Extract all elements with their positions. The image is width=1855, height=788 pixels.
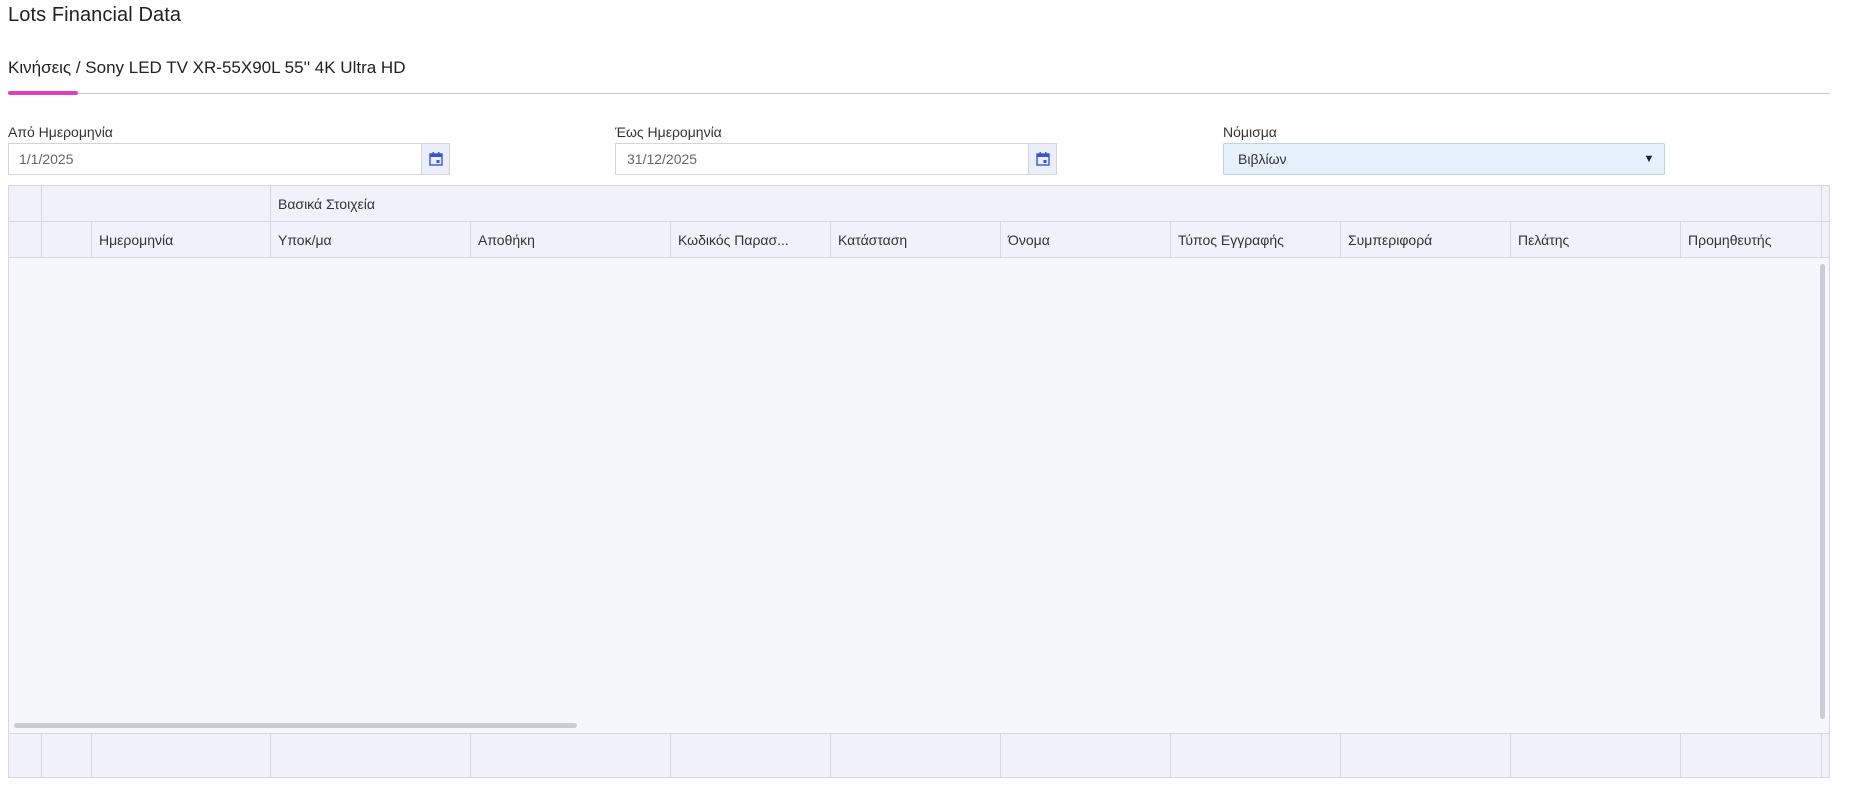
group-header-spacer: [42, 186, 271, 221]
footer-cell: [671, 734, 831, 777]
group-header-row: Βασικά Στοιχεία: [9, 186, 1829, 222]
footer-cell: [271, 734, 471, 777]
tab-bar: Κινήσεις / Sony LED TV XR-55X90L 55'' 4K…: [8, 56, 1830, 95]
tab-movements[interactable]: Κινήσεις / Sony LED TV XR-55X90L 55'' 4K…: [8, 58, 405, 78]
footer-cell: [9, 734, 42, 777]
calendar-icon[interactable]: [1028, 144, 1056, 174]
column-header-customer[interactable]: Πελάτης: [1511, 222, 1681, 257]
footer-cell: [42, 734, 92, 777]
column-header-date[interactable]: Ημερομηνία: [92, 222, 271, 257]
chevron-down-icon[interactable]: ▼: [1634, 153, 1664, 165]
column-header-behavior[interactable]: Συμπεριφορά: [1341, 222, 1511, 257]
footer-cell: [831, 734, 1001, 777]
currency-select[interactable]: Βιβλίων ▼: [1223, 143, 1665, 175]
column-header-status[interactable]: Κατάσταση: [831, 222, 1001, 257]
select-all-cell[interactable]: [9, 186, 42, 221]
footer-cell: [1001, 734, 1171, 777]
from-date-value[interactable]: 1/1/2025: [9, 151, 421, 167]
from-date-label: Από Ημερομηνία: [8, 124, 113, 140]
column-header-entry-type[interactable]: Τύπος Εγγραφής: [1171, 222, 1341, 257]
column-header-warehouse[interactable]: Αποθήκη: [471, 222, 671, 257]
column-header-branch[interactable]: Υποκ/μα: [271, 222, 471, 257]
to-date-value[interactable]: 31/12/2025: [616, 151, 1028, 167]
footer-cell: [471, 734, 671, 777]
from-date-field[interactable]: 1/1/2025: [8, 143, 450, 175]
to-date-field[interactable]: 31/12/2025: [615, 143, 1057, 175]
group-header-basic-info: Βασικά Στοιχεία: [271, 186, 1822, 221]
column-header-row: Ημερομηνία Υποκ/μα Αποθήκη Κωδικός Παρασ…: [9, 222, 1829, 258]
footer-cell: [92, 734, 271, 777]
currency-value: Βιβλίων: [1238, 151, 1287, 167]
column-header-name[interactable]: Όνομα: [1001, 222, 1171, 257]
row-selector-header[interactable]: [9, 222, 42, 257]
footer-cell: [1511, 734, 1681, 777]
active-tab-indicator: [8, 91, 78, 95]
calendar-icon[interactable]: [421, 144, 449, 174]
page-title: Lots Financial Data: [8, 4, 182, 26]
grid-body: [9, 258, 1829, 733]
data-grid: Βασικά Στοιχεία Ημερομηνία Υποκ/μα Αποθή…: [8, 185, 1830, 778]
column-header-document-code[interactable]: Κωδικός Παρασ...: [671, 222, 831, 257]
currency-label: Νόμισμα: [1223, 124, 1277, 140]
vertical-scrollbar[interactable]: [1820, 264, 1825, 719]
grid-footer-row: [9, 733, 1829, 777]
footer-cell: [1681, 734, 1822, 777]
footer-cell: [1171, 734, 1341, 777]
footer-cell: [1341, 734, 1511, 777]
expand-column-header: [42, 222, 92, 257]
column-header-supplier[interactable]: Προμηθευτής: [1681, 222, 1822, 257]
horizontal-scrollbar[interactable]: [14, 723, 577, 728]
to-date-label: Έως Ημερομηνία: [615, 124, 722, 140]
